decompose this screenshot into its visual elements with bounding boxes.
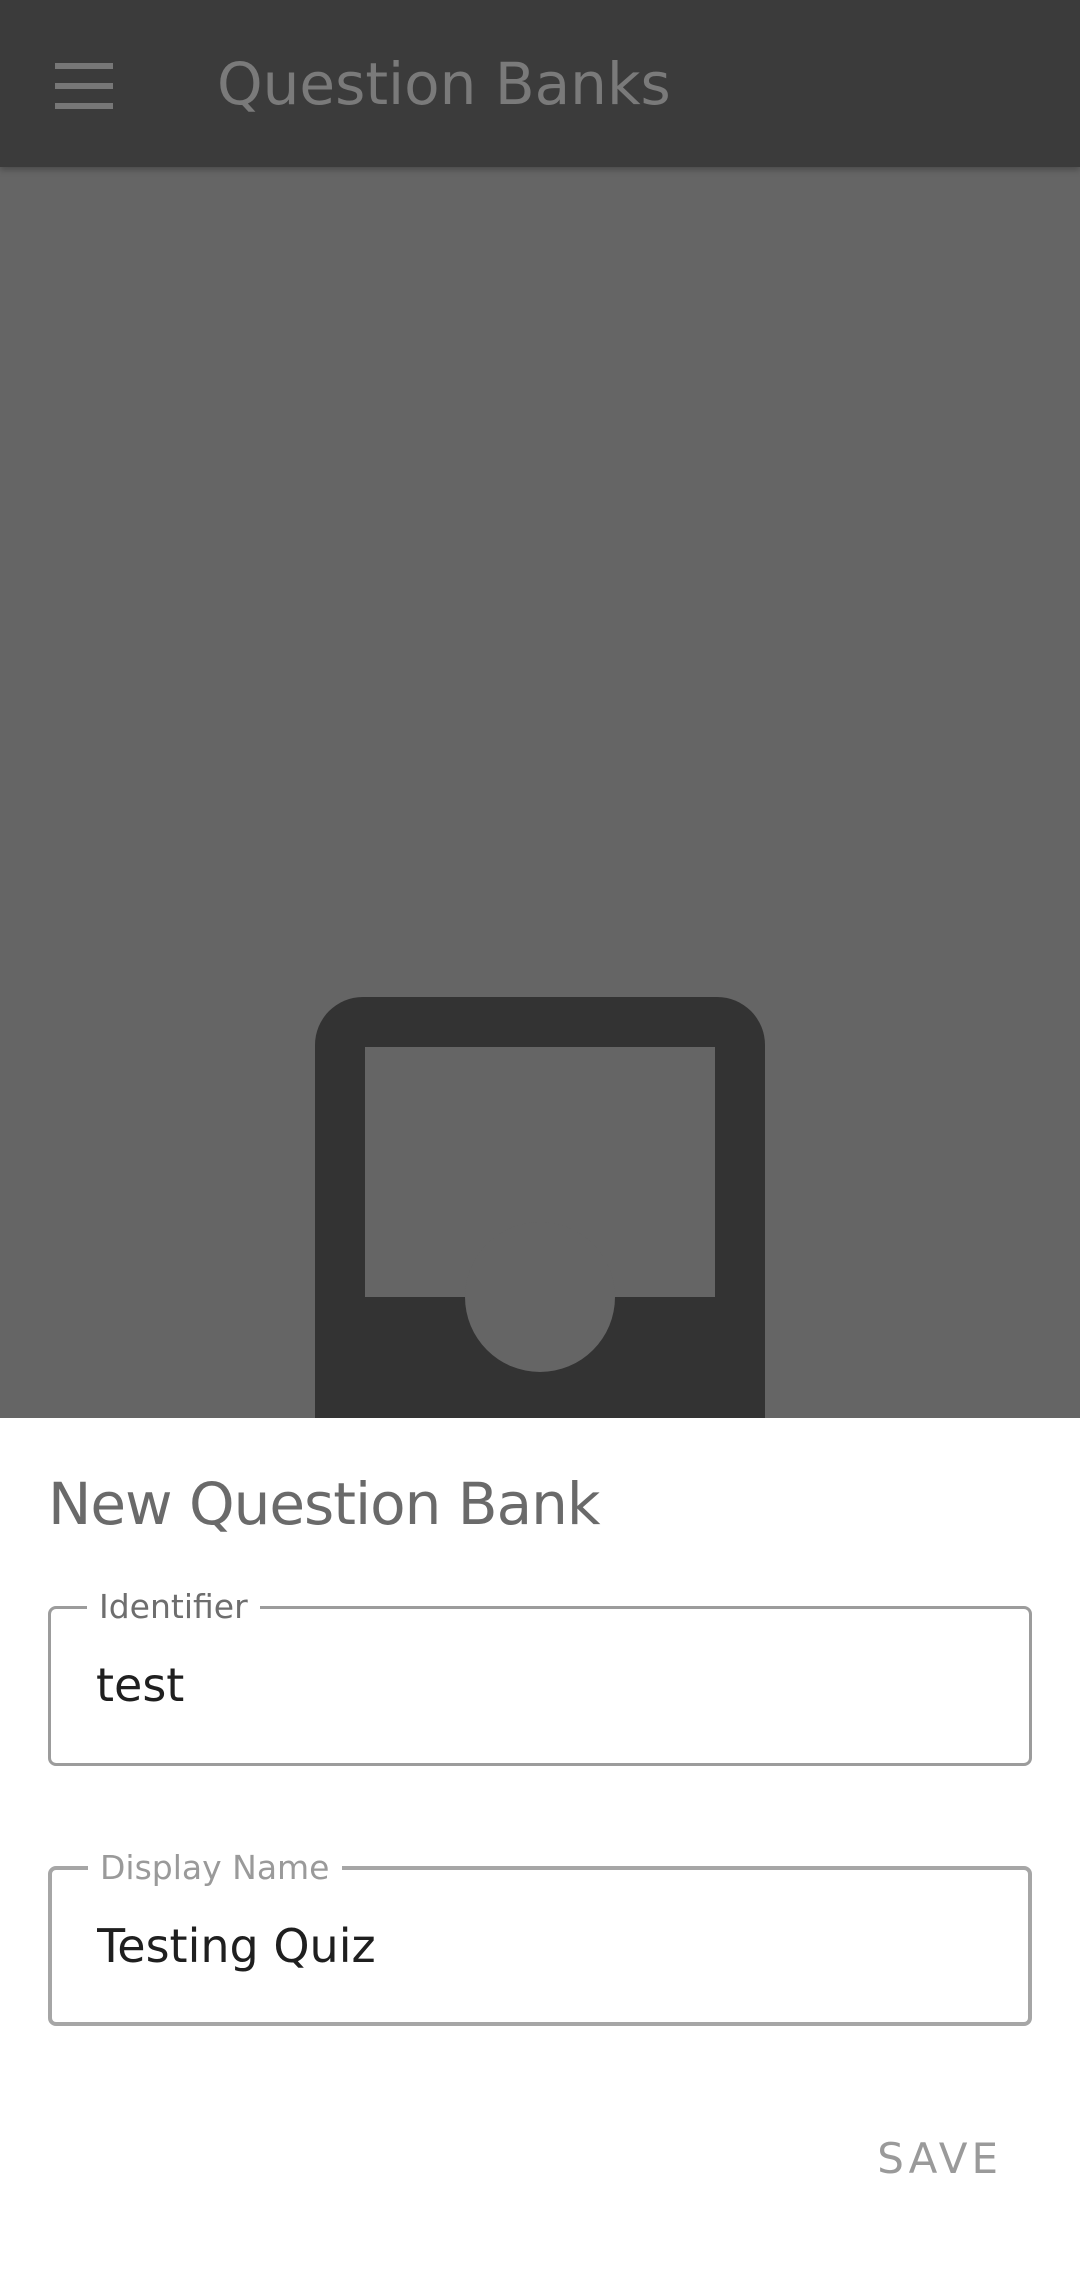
save-button[interactable]: SAVE bbox=[847, 2118, 1032, 2198]
app-bar: Question Banks bbox=[0, 0, 1080, 167]
display-name-field[interactable]: Display Name bbox=[48, 1848, 1032, 2026]
identifier-field[interactable]: Identifier bbox=[48, 1587, 1032, 1766]
identifier-label: Identifier bbox=[87, 1587, 260, 1627]
sheet-title: New Question Bank bbox=[48, 1470, 600, 1538]
display-name-input[interactable] bbox=[97, 1916, 977, 1976]
identifier-input[interactable] bbox=[96, 1655, 976, 1715]
display-name-label: Display Name bbox=[88, 1848, 342, 1888]
new-question-bank-sheet: New Question Bank Identifier Display Nam… bbox=[0, 1418, 1080, 2275]
hamburger-menu-icon bbox=[55, 63, 113, 109]
screen: Question Banks New Question Bank Identif… bbox=[0, 0, 1080, 2275]
page-title: Question Banks bbox=[217, 50, 671, 118]
content-area bbox=[0, 167, 1080, 1497]
menu-button[interactable] bbox=[42, 44, 126, 128]
